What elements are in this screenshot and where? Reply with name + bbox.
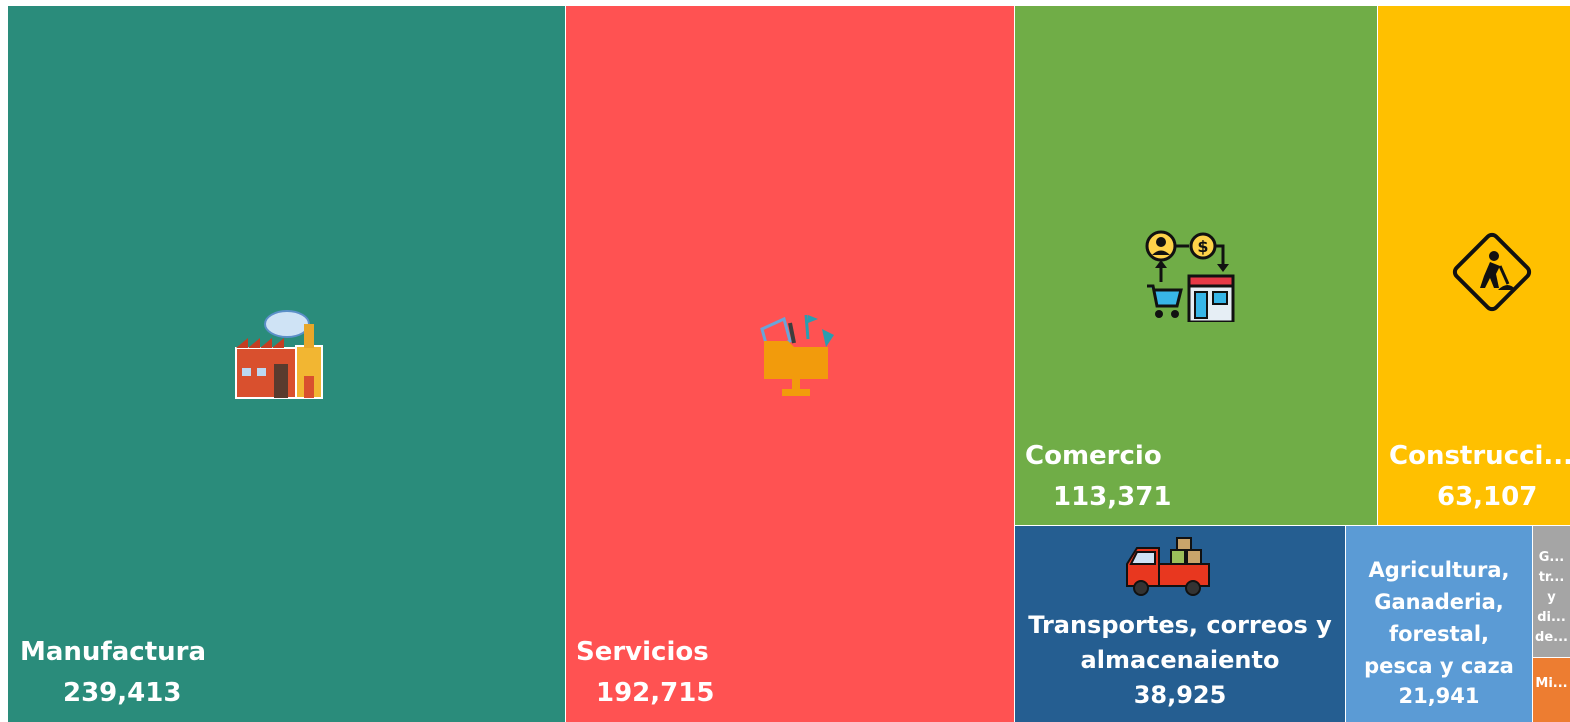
commerce-store-icon: $: [1145, 230, 1235, 322]
tile-comercio[interactable]: $ Comercio 113,371: [1015, 6, 1377, 525]
tile-generacion-name: G... tr... y di... de...: [1535, 550, 1568, 645]
tile-servicios-value: 192,715: [596, 678, 715, 708]
tile-generacion[interactable]: G... tr... y di... de...: [1533, 526, 1570, 657]
tile-transportes[interactable]: Transportes, correos y almacenaiento 38,…: [1015, 526, 1345, 722]
tile-construccion-value: 63,107: [1437, 482, 1538, 512]
tile-servicios[interactable]: Servicios 192,715: [566, 6, 1014, 722]
factory-icon: [235, 310, 323, 399]
tile-construccion-name: Construcci...: [1389, 441, 1570, 471]
tile-mineria[interactable]: Mi...: [1533, 658, 1570, 722]
tile-agricultura[interactable]: Agricultura, Ganaderia, forestal, pesca …: [1346, 526, 1532, 722]
tile-manufactura-name: Manufactura: [20, 637, 207, 667]
tile-servicios-name: Servicios: [576, 637, 709, 667]
tile-agricultura-value: 21,941: [1398, 684, 1480, 708]
tile-transportes-value: 38,925: [1133, 681, 1227, 709]
tile-comercio-value: 113,371: [1053, 482, 1172, 512]
tile-transportes-name: Transportes, correos y almacenaiento: [1028, 611, 1332, 674]
truck-icon: [1126, 537, 1210, 596]
tile-construccion[interactable]: Construcci... 63,107: [1378, 6, 1570, 525]
construction-sign-icon: [1452, 232, 1532, 312]
treemap-chart: Manufactura 239,413 Servicios 192,715 $: [0, 0, 1570, 722]
tile-agricultura-name: Agricultura, Ganaderia, forestal, pesca …: [1364, 558, 1514, 678]
tile-manufactura[interactable]: Manufactura 239,413: [8, 6, 565, 722]
tile-comercio-name: Comercio: [1025, 441, 1162, 471]
services-folder-icon: [760, 314, 834, 396]
tile-mineria-name: Mi...: [1535, 676, 1568, 691]
svg-text:$: $: [1197, 237, 1208, 256]
tile-manufactura-value: 239,413: [63, 678, 182, 708]
